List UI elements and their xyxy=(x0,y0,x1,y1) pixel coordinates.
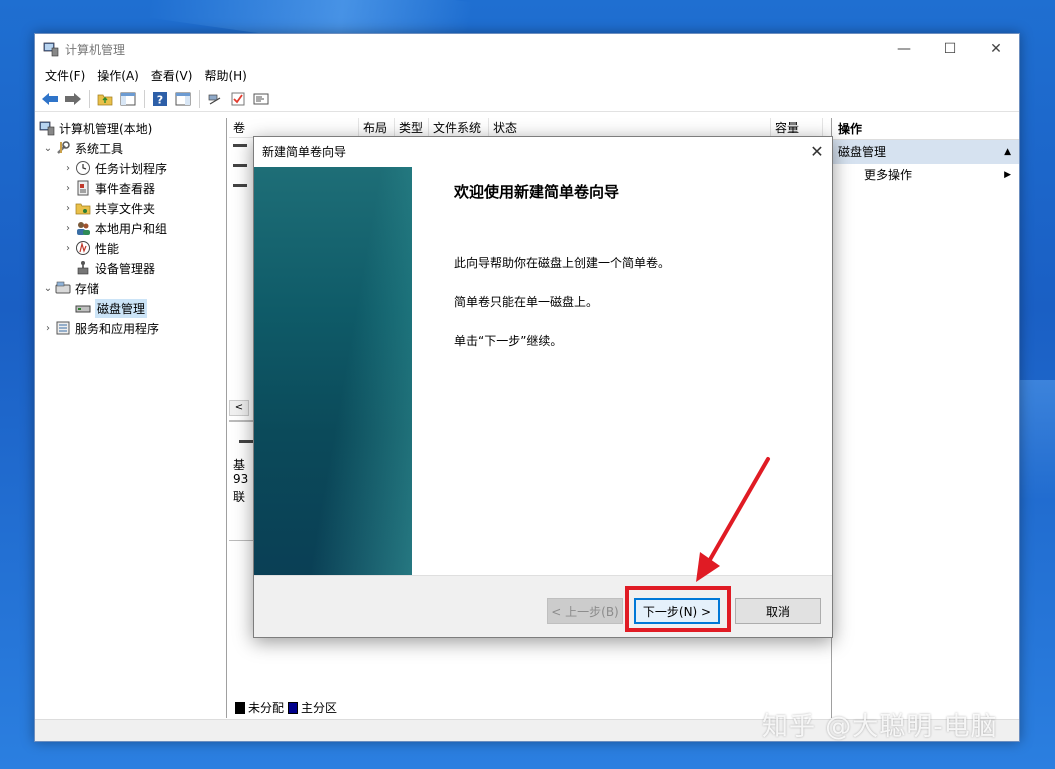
annotation-arrow xyxy=(696,457,770,582)
watermark: 知乎 @大聪明-电脑 xyxy=(762,712,998,742)
